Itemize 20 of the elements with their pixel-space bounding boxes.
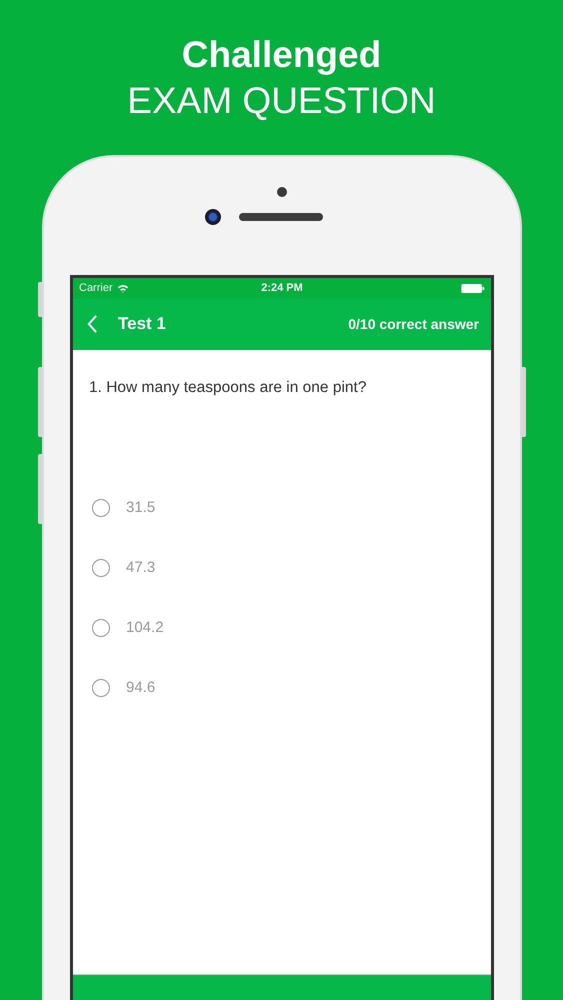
carrier-label: Carrier [79,282,113,294]
wifi-icon [116,284,129,293]
score-label: 0/10 correct answer [348,316,479,332]
radio-button[interactable] [92,498,110,517]
back-chevron-icon[interactable] [87,314,98,334]
headline-subtitle: EXAM QUESTION [127,79,436,123]
answer-option[interactable]: 47.3 [92,538,156,598]
headline-title: Challenged [182,33,382,77]
sensor-dot-icon [277,186,287,197]
answer-option[interactable]: 104.2 [92,598,164,658]
radio-button[interactable] [92,678,110,697]
answer-option[interactable]: 31.5 [92,478,156,538]
question-text: 1. How many teaspoons are in one pint? [88,378,368,398]
radio-button[interactable] [92,558,110,577]
answer-option[interactable]: 94.6 [92,658,156,718]
radio-button[interactable] [92,618,110,637]
battery-icon [461,284,485,293]
camera-icon [205,208,221,225]
nav-title: Test 1 [118,314,166,334]
clock-time: 2:24 PM [261,282,303,294]
